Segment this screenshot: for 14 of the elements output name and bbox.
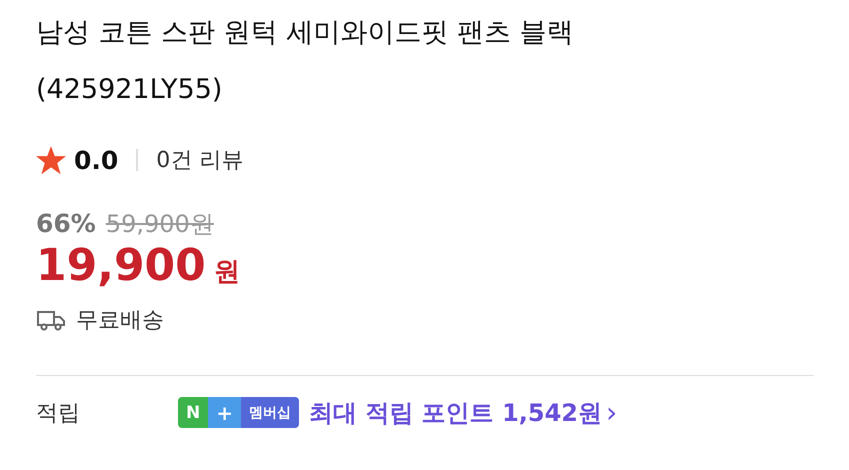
- review-count-link[interactable]: 0건 리뷰: [156, 145, 244, 175]
- max-points-link[interactable]: 최대 적립 포인트 1,542원: [309, 396, 602, 428]
- original-price: 59,900원: [106, 209, 214, 240]
- truck-icon: [36, 309, 66, 331]
- currency-unit: 원: [214, 256, 240, 289]
- chevron-icon: ›: [606, 396, 618, 429]
- points-label: 적립: [36, 400, 81, 428]
- product-title: 남성 코튼 스판 원턱 세미와이드핏 팬츠 블랙 (425921LY55): [36, 16, 574, 107]
- membership-badge: N + 멤버십: [178, 397, 299, 428]
- rating-score: 0.0: [74, 146, 118, 174]
- shipping-info: 무료배송: [76, 307, 164, 335]
- star-icon: [36, 146, 66, 174]
- sale-price: 19,900: [36, 240, 206, 291]
- discount-rate: 66%: [36, 209, 96, 238]
